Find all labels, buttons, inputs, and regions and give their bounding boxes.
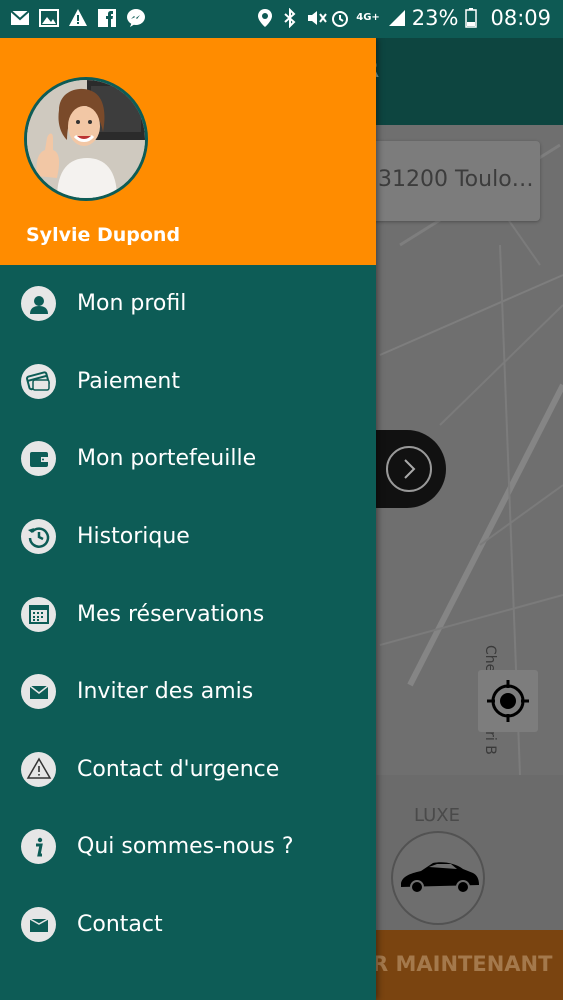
menu-item-mes-reservations[interactable]: Mes réservations bbox=[0, 575, 376, 653]
warning-icon bbox=[68, 8, 88, 28]
vehicle-type-label: LUXE bbox=[414, 805, 461, 826]
calendar-icon bbox=[21, 596, 56, 632]
menu-item-mon-profil[interactable]: Mon profil bbox=[0, 265, 376, 343]
car-icon bbox=[401, 862, 479, 894]
menu-item-historique[interactable]: Historique bbox=[0, 498, 376, 576]
signal-icon bbox=[387, 8, 405, 28]
user-photo bbox=[27, 80, 145, 198]
image-icon bbox=[39, 8, 59, 28]
notification-icons bbox=[10, 8, 146, 28]
wallet-icon bbox=[21, 441, 56, 477]
menu-item-inviter-des-amis[interactable]: Inviter des amis bbox=[0, 653, 376, 731]
credit-card-icon bbox=[21, 363, 56, 399]
drawer-header: Sylvie Dupond bbox=[0, 38, 376, 265]
battery-icon bbox=[465, 8, 483, 28]
mail-icon bbox=[21, 907, 56, 943]
menu-item-contact-urgence[interactable]: Contact d'urgence bbox=[0, 731, 376, 809]
warning-icon bbox=[21, 751, 56, 787]
user-icon bbox=[21, 286, 56, 322]
drawer-menu: Mon profil Paiement Mon portefeuille His… bbox=[0, 265, 376, 963]
menu-item-paiement[interactable]: Paiement bbox=[0, 343, 376, 421]
menu-item-qui-sommes-nous[interactable]: Qui sommes-nous ? bbox=[0, 808, 376, 886]
mute-icon bbox=[306, 8, 328, 28]
user-name: Sylvie Dupond bbox=[26, 224, 181, 246]
info-icon bbox=[21, 829, 56, 865]
status-bar: 4G+ 23% 08:09 bbox=[0, 0, 563, 38]
menu-label: Inviter des amis bbox=[77, 679, 254, 705]
messenger-icon bbox=[126, 8, 146, 28]
network-4g-icon: 4G+ bbox=[356, 12, 380, 23]
menu-label: Contact bbox=[77, 912, 163, 938]
history-icon bbox=[21, 519, 56, 555]
menu-label: Contact d'urgence bbox=[77, 756, 280, 782]
crosshair-icon bbox=[487, 680, 529, 722]
menu-label: Qui sommes-nous ? bbox=[77, 834, 294, 860]
menu-item-contact[interactable]: Contact bbox=[0, 886, 376, 964]
chevron-right-icon bbox=[386, 446, 432, 492]
mail-icon bbox=[10, 8, 30, 28]
envelope-icon bbox=[21, 674, 56, 710]
menu-label: Paiement bbox=[77, 368, 180, 394]
menu-label: Mes réservations bbox=[77, 601, 265, 627]
navigation-drawer: Sylvie Dupond Mon profil Paiement Mon po… bbox=[0, 38, 376, 1000]
system-status: 4G+ 23% 08:09 bbox=[256, 6, 551, 30]
address-text: 31200 Toulo… bbox=[378, 167, 534, 192]
menu-item-mon-portefeuille[interactable]: Mon portefeuille bbox=[0, 420, 376, 498]
menu-label: Mon portefeuille bbox=[77, 446, 257, 472]
battery-percent: 23% bbox=[411, 6, 459, 30]
menu-label: Historique bbox=[77, 524, 190, 550]
book-now-label: R MAINTENANT bbox=[372, 952, 553, 976]
avatar[interactable] bbox=[24, 77, 148, 201]
locate-me-button[interactable] bbox=[478, 670, 538, 732]
facebook-icon bbox=[97, 8, 117, 28]
clock: 08:09 bbox=[490, 6, 551, 30]
bluetooth-icon bbox=[281, 7, 299, 29]
vehicle-luxe-option[interactable] bbox=[391, 831, 485, 925]
menu-label: Mon profil bbox=[77, 291, 187, 317]
alarm-icon bbox=[331, 8, 349, 28]
location-icon bbox=[256, 8, 274, 28]
